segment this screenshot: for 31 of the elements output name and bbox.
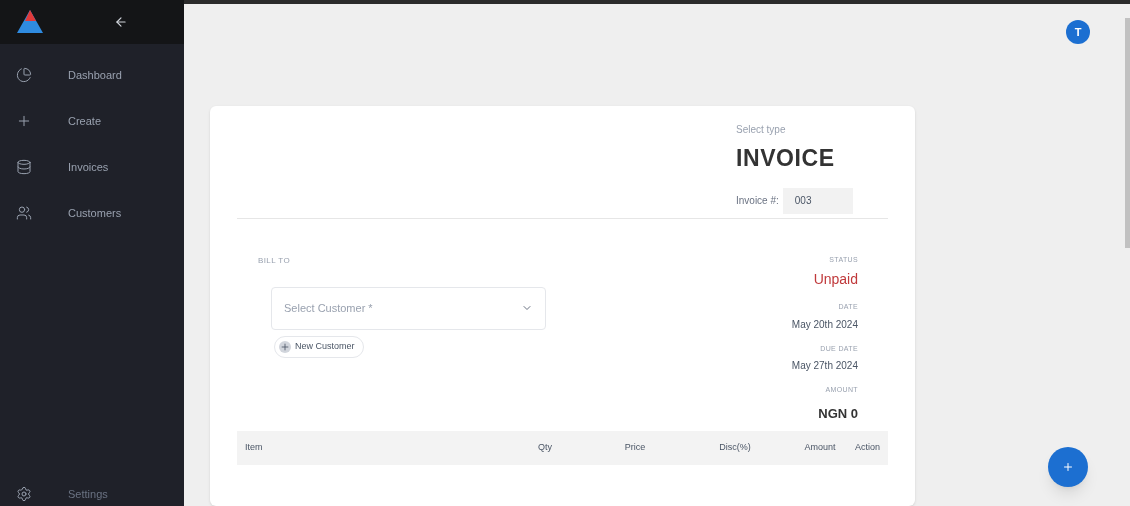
column-header: Amount xyxy=(803,441,837,455)
due-date-value: May 27th 2024 xyxy=(791,359,858,373)
column-header: Item xyxy=(245,441,264,455)
bill-to-label: BILL TO xyxy=(258,254,291,267)
pie-chart-icon xyxy=(16,67,32,83)
column-header: Qty xyxy=(537,441,553,455)
plus-icon xyxy=(1062,461,1074,473)
document-type[interactable]: INVOICE xyxy=(736,141,856,176)
settings-icon xyxy=(16,486,32,502)
plus-icon xyxy=(16,113,32,129)
add-button[interactable] xyxy=(1048,447,1088,487)
collapse-button[interactable] xyxy=(114,15,128,29)
plus-icon xyxy=(279,340,291,353)
status-value: Unpaid xyxy=(813,270,858,289)
amount-value: NGN 0 xyxy=(818,404,858,423)
date-value: May 20th 2024 xyxy=(791,317,858,332)
logo-icon xyxy=(16,9,44,35)
column-header: Disc(%) xyxy=(718,441,752,455)
invoice-number-field[interactable]: 003 xyxy=(782,187,853,214)
sidebar-item[interactable]: Settings xyxy=(0,484,184,504)
user-avatar[interactable]: T xyxy=(1066,20,1090,44)
invoice-number-label: Invoice #: xyxy=(736,194,779,208)
type-label: Select type xyxy=(736,123,787,137)
sidebar-item[interactable]: Dashboard xyxy=(0,52,184,98)
stack-icon xyxy=(16,159,32,175)
people-icon xyxy=(16,205,32,221)
sidebar-item[interactable]: Invoices xyxy=(0,144,184,190)
sidebar-item[interactable]: Create xyxy=(0,98,184,144)
sidebar-item[interactable]: Customers xyxy=(0,190,184,236)
column-header: Action xyxy=(855,441,880,455)
column-header: Price xyxy=(623,441,647,455)
